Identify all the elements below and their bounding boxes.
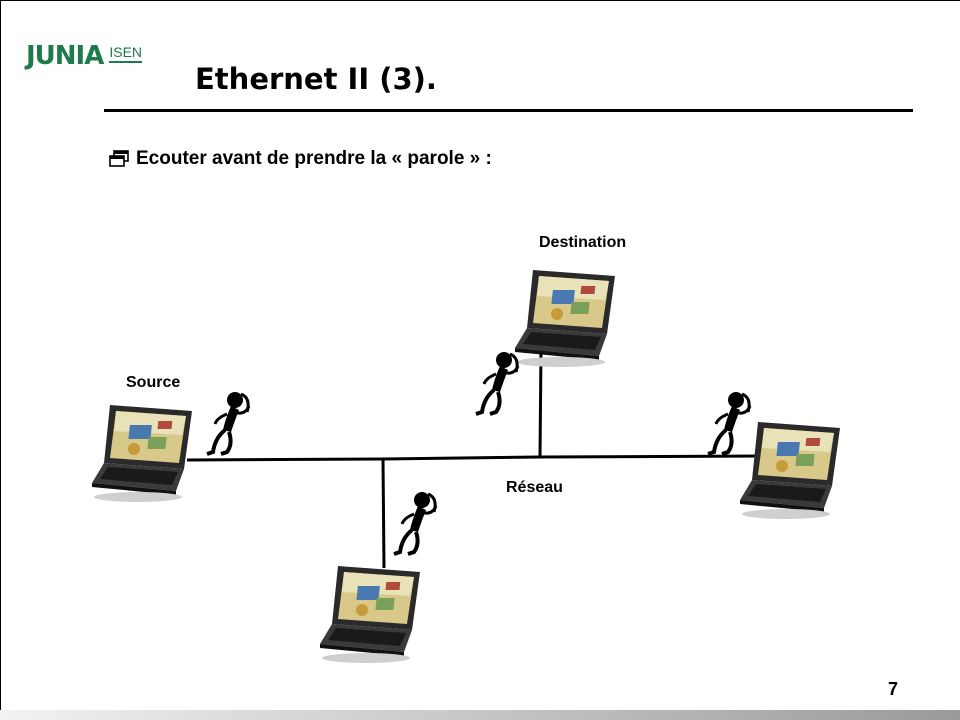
listening-person-right-icon xyxy=(706,390,752,456)
footer-gradient-bar xyxy=(0,710,960,720)
page-number: 7 xyxy=(888,679,899,699)
label-reseau: Réseau xyxy=(506,479,563,496)
listening-person-source-icon xyxy=(205,390,251,456)
listening-person-bottom-icon xyxy=(392,490,438,556)
laptop-source-icon xyxy=(92,405,192,502)
label-destination: Destination xyxy=(539,234,627,251)
laptop-right-icon xyxy=(740,422,840,519)
listening-person-destination-icon xyxy=(474,350,520,416)
network-diagram xyxy=(92,270,840,663)
laptop-destination-icon xyxy=(515,270,615,367)
laptop-bottom-icon xyxy=(320,566,420,663)
network-bus xyxy=(186,349,773,569)
label-source: Source xyxy=(126,374,181,391)
